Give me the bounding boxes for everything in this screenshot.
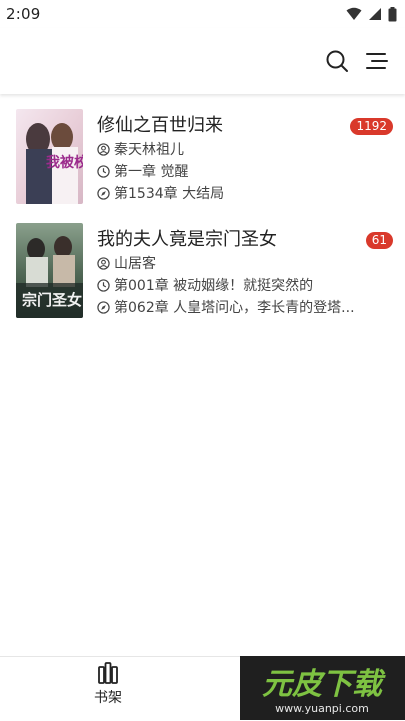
battery-icon — [388, 6, 397, 21]
system-icons — [346, 6, 397, 22]
read-progress-row: 第一章 觉醒 — [97, 161, 188, 181]
tab-bookshelf-label: 书架 — [94, 690, 122, 706]
signal-icon — [369, 8, 381, 20]
app-bar — [0, 28, 405, 94]
compass-icon — [97, 186, 110, 200]
svg-text:元皮下载: 元皮下载 — [262, 667, 386, 702]
book-list: 我被校花 修仙之百世归来 秦天林祖儿 第一章 觉醒 第1534章 大结局 119… — [0, 100, 405, 328]
read-chapter: 第001章 被动姻缘！就挺突然的 — [114, 278, 314, 294]
wifi-icon — [346, 7, 362, 20]
search-icon[interactable] — [324, 48, 350, 74]
latest-chapter-row: 第1534章 大结局 — [97, 183, 224, 203]
book-item[interactable]: 我被校花 修仙之百世归来 秦天林祖儿 第一章 觉醒 第1534章 大结局 119… — [0, 100, 405, 214]
compass-icon — [97, 300, 110, 314]
status-time: 2:09 — [6, 5, 41, 23]
unread-count-badge: 61 — [365, 232, 393, 249]
read-chapter: 第一章 觉醒 — [114, 164, 189, 180]
bookshelf-icon — [98, 662, 118, 684]
book-author: 山居客 — [114, 256, 156, 272]
svg-text:www.yuanpi.com: www.yuanpi.com — [275, 702, 369, 715]
tab-bookshelf[interactable]: 书架 — [70, 661, 146, 717]
clock-icon — [97, 278, 110, 292]
watermark-logo: 元皮下载 www.yuanpi.com — [240, 656, 405, 720]
clock-icon — [97, 164, 110, 178]
author-icon — [97, 256, 110, 270]
latest-chapter: 第062章 人皇塔问心，李长青的登塔... — [114, 300, 355, 316]
menu-icon[interactable] — [364, 48, 390, 74]
book-cover[interactable]: 我被校花 — [16, 109, 83, 204]
unread-count-badge: 1192 — [350, 118, 393, 135]
book-author-row: 山居客 — [97, 253, 156, 273]
book-title: 我的夫人竟是宗门圣女 — [97, 229, 277, 250]
author-icon — [97, 142, 110, 156]
latest-chapter: 第1534章 大结局 — [114, 186, 225, 202]
latest-chapter-row: 第062章 人皇塔问心，李长青的登塔... — [97, 297, 355, 317]
status-bar: 2:09 — [0, 0, 405, 28]
book-author-row: 秦天林祖儿 — [97, 139, 184, 159]
cover-title: 宗门圣女 — [22, 291, 82, 309]
book-cover[interactable]: 宗门圣女 — [16, 223, 83, 318]
read-progress-row: 第001章 被动姻缘！就挺突然的 — [97, 275, 313, 295]
cover-title: 我被校花 — [46, 154, 83, 171]
book-title: 修仙之百世归来 — [97, 115, 223, 136]
book-author: 秦天林祖儿 — [114, 142, 184, 158]
book-item[interactable]: 宗门圣女 我的夫人竟是宗门圣女 山居客 第001章 被动姻缘！就挺突然的 第06… — [0, 214, 405, 328]
